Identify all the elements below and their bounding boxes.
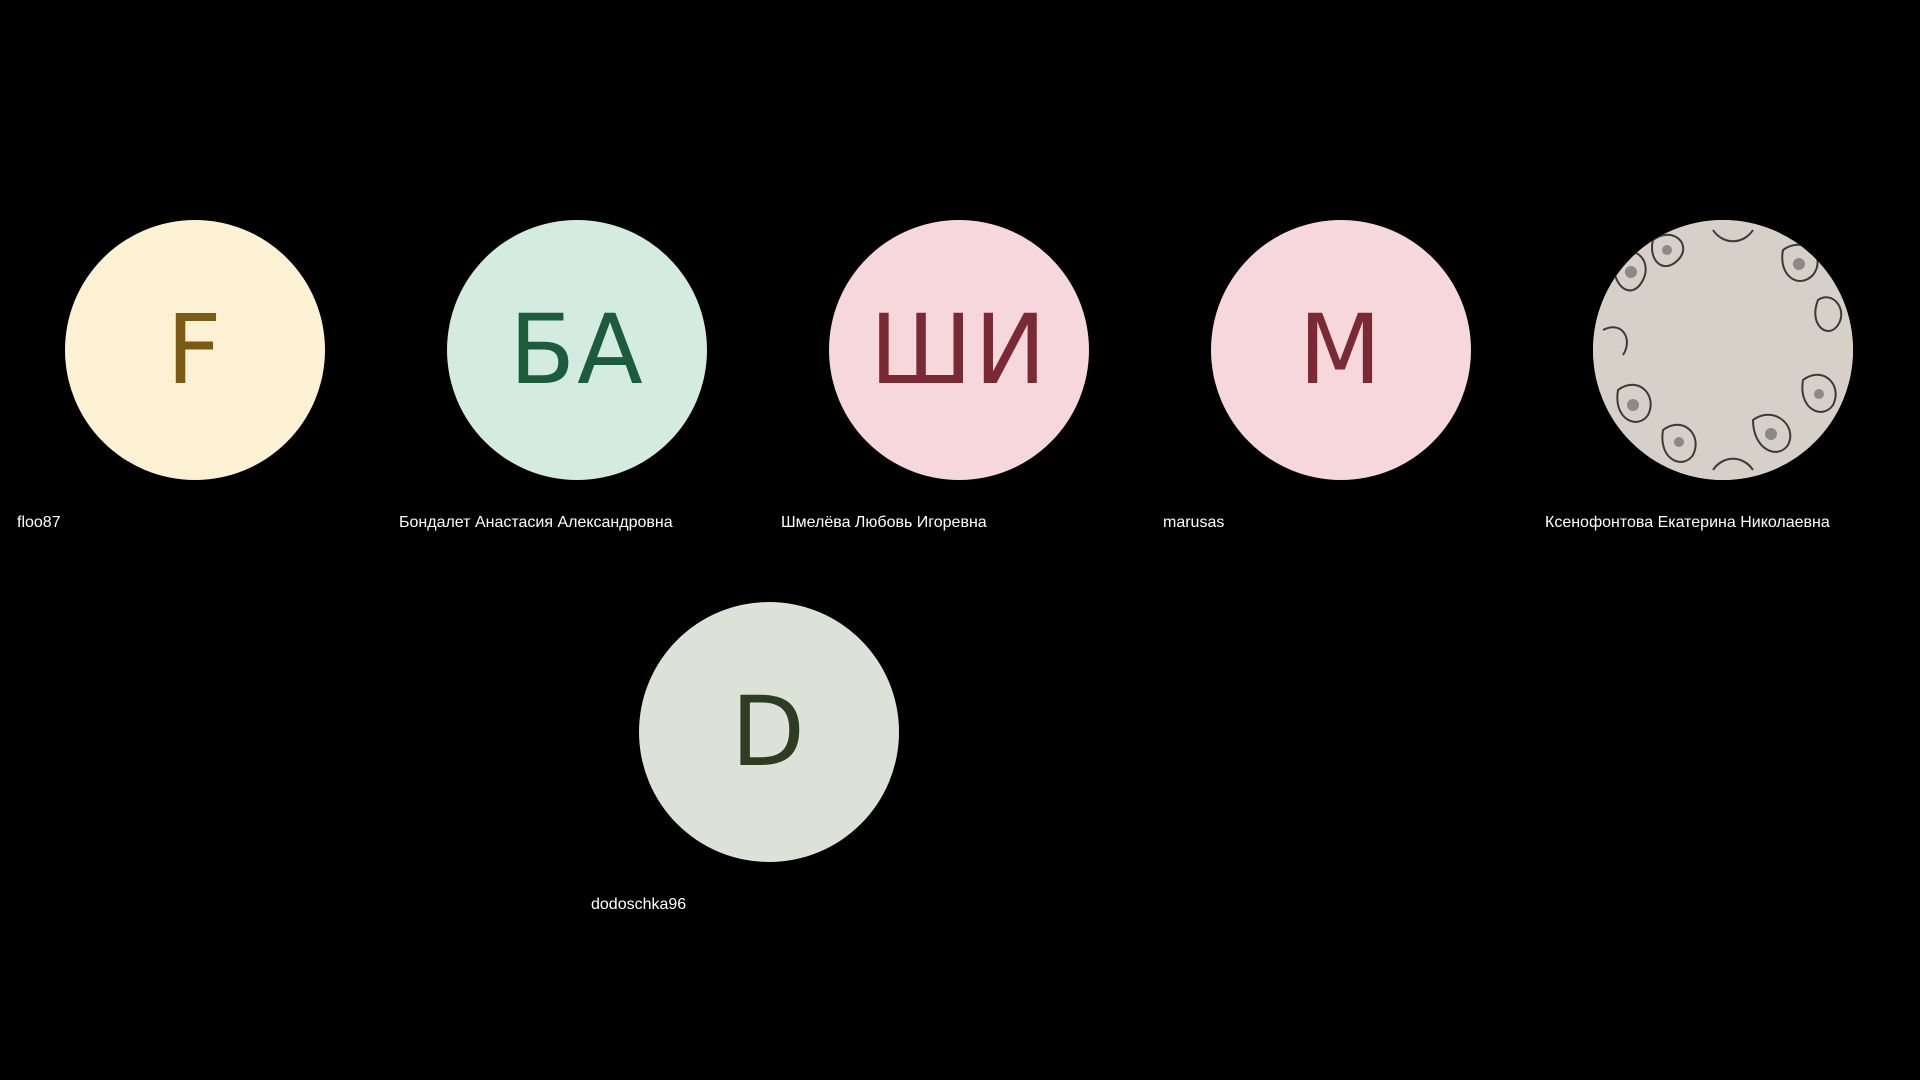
avatar: БА	[447, 220, 707, 480]
participant-name: marusas	[1163, 514, 1225, 531]
participant-tile[interactable]: Ксенофонтова Екатерина Николаевна	[1545, 220, 1920, 602]
avatar-initials: F	[166, 294, 224, 406]
avatar-initials: M	[1298, 294, 1384, 406]
participant-name: floo87	[17, 514, 61, 531]
participant-tile[interactable]: D dodoschka96	[591, 602, 973, 984]
participant-name: Ксенофонтова Екатерина Николаевна	[1545, 514, 1830, 531]
avatar: M	[1211, 220, 1471, 480]
participant-tile[interactable]: БА Бондалет Анастасия Александровна	[399, 220, 781, 602]
participant-name: Бондалет Анастасия Александровна	[399, 514, 673, 531]
avatar-photo	[1593, 220, 1853, 480]
avatar-initials: БА	[509, 294, 645, 406]
participant-tile[interactable]: F floo87	[17, 220, 399, 602]
participant-tile[interactable]: ШИ Шмелёва Любовь Игоревна	[781, 220, 1163, 602]
participant-tile[interactable]: M marusas	[1163, 220, 1545, 602]
avatar: D	[639, 602, 899, 862]
participants-grid: F floo87 БА Бондалет Анастасия Александр…	[0, 0, 1920, 1080]
avatar: ШИ	[829, 220, 1089, 480]
avatar-initials: D	[731, 676, 807, 788]
avatar: F	[65, 220, 325, 480]
floral-pattern-image	[1593, 220, 1853, 480]
participant-name: dodoschka96	[591, 896, 687, 913]
avatar-initials: ШИ	[869, 294, 1049, 406]
participant-name: Шмелёва Любовь Игоревна	[781, 514, 987, 531]
